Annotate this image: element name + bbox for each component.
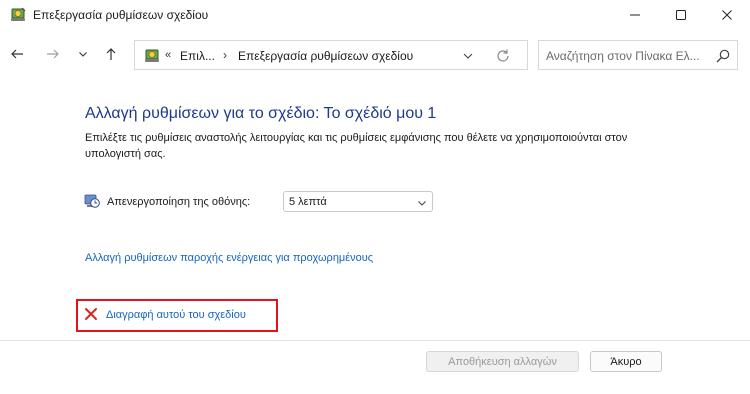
cancel-button[interactable]: Άκυρο	[590, 351, 662, 372]
save-changes-button[interactable]: Αποθήκευση αλλαγών	[426, 351, 579, 372]
title-bar: Επεξεργασία ρυθμίσεων σχεδίου	[0, 0, 750, 30]
forward-button[interactable]	[42, 42, 64, 66]
close-button[interactable]	[704, 0, 750, 30]
back-arrow-icon	[11, 49, 23, 59]
breadcrumb-separator[interactable]: ›	[223, 48, 227, 62]
breadcrumb-item-edit-plan[interactable]: Επεξεργασία ρυθμίσεων σχεδίου	[238, 49, 413, 63]
maximize-button[interactable]	[658, 0, 704, 30]
maximize-icon	[676, 10, 686, 20]
search-input[interactable]	[546, 47, 706, 64]
forward-arrow-icon	[47, 49, 59, 59]
power-options-icon	[143, 47, 161, 65]
refresh-button[interactable]	[495, 48, 511, 64]
up-button[interactable]	[100, 42, 122, 66]
page-description: Επιλέξτε τις ρυθμίσεις αναστολής λειτουρ…	[85, 132, 628, 160]
back-button[interactable]	[6, 42, 28, 66]
advanced-power-settings-link[interactable]: Αλλαγή ρυθμίσεων παροχής ενέργειας για π…	[85, 252, 373, 264]
minimize-button[interactable]	[612, 0, 658, 30]
chevron-down-icon	[463, 53, 473, 59]
chevron-down-icon	[79, 52, 87, 57]
footer-divider	[0, 340, 750, 341]
chevron-down-icon	[416, 196, 428, 208]
display-off-value: 5 λεπτά	[289, 196, 327, 208]
display-off-label: Απενεργοποίηση της οθόνης:	[107, 196, 251, 208]
display-clock-icon	[84, 193, 100, 209]
breadcrumb-overflow[interactable]: «	[165, 49, 171, 61]
address-dropdown-button[interactable]	[461, 49, 475, 63]
search-icon[interactable]	[715, 48, 731, 64]
window-title: Επεξεργασία ρυθμίσεων σχεδίου	[33, 8, 209, 22]
recent-locations-button[interactable]	[72, 42, 94, 66]
power-options-icon	[9, 6, 27, 24]
display-off-select[interactable]: 5 λεπτά	[283, 191, 433, 212]
up-arrow-icon	[106, 48, 116, 60]
breadcrumb-item-power-options[interactable]: Επιλ...	[180, 49, 215, 63]
address-bar[interactable]: « Επιλ... › Επεξεργασία ρυθμίσεων σχεδίο…	[134, 40, 528, 70]
search-box[interactable]	[538, 40, 738, 70]
page-title: Αλλαγή ρυθμίσεων για το σχέδιο: Το σχέδι…	[85, 105, 437, 122]
close-icon	[722, 10, 732, 20]
delete-plan-link[interactable]: Διαγραφή αυτού του σχεδίου	[106, 309, 246, 321]
red-x-icon[interactable]	[83, 306, 99, 322]
navigation-bar: « Επιλ... › Επεξεργασία ρυθμίσεων σχεδίο…	[0, 30, 750, 80]
minimize-icon	[630, 14, 640, 16]
refresh-icon	[497, 49, 509, 62]
